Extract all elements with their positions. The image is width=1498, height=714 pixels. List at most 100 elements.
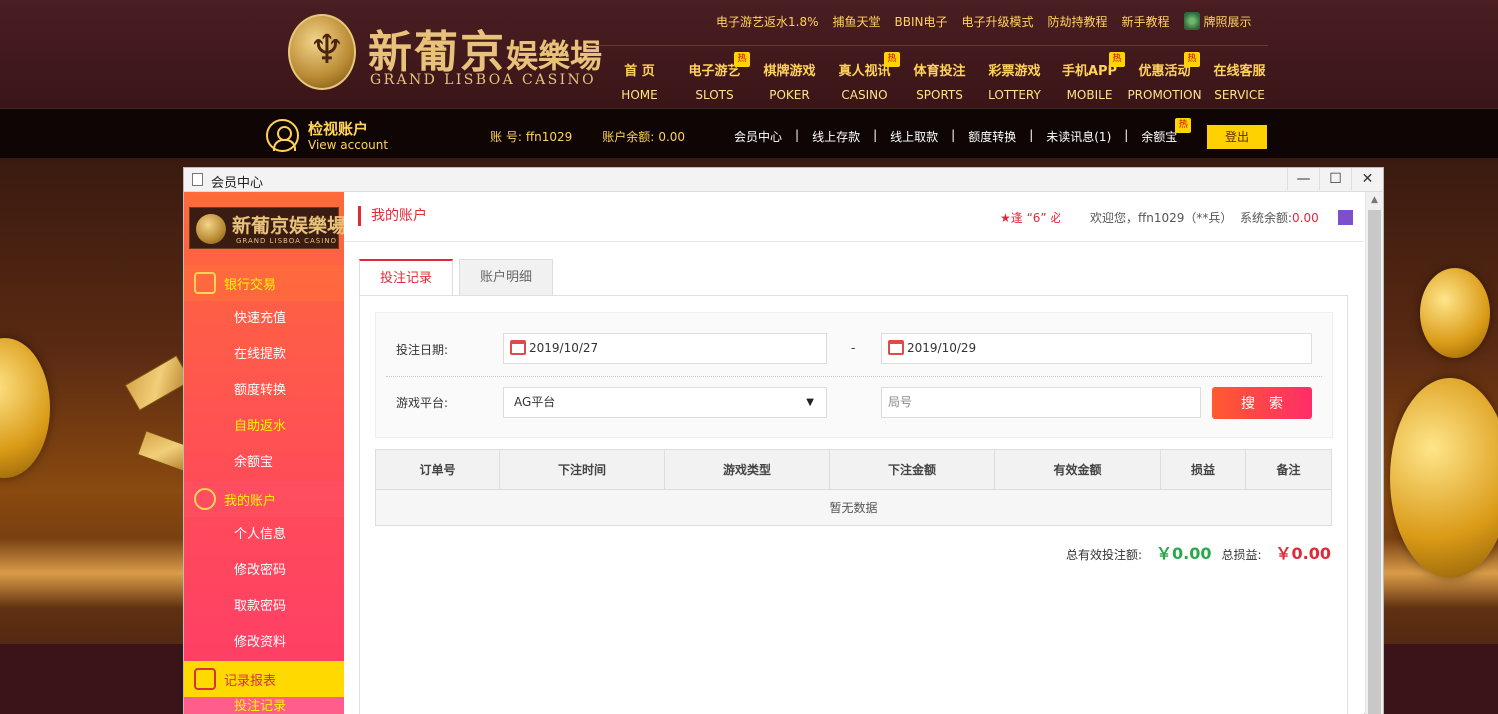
sidebar-item-yuebao[interactable]: 余额宝 (184, 445, 344, 481)
account-links: 会员中心 | 线上存款 | 线上取款 | 额度转换 | 未读讯息(1) | 余额宝热 (734, 118, 1192, 145)
dialog-titlebar[interactable]: 会员中心 — ☐ ✕ (184, 168, 1383, 192)
sidebar-item-change-password[interactable]: 修改密码 (184, 553, 344, 589)
link-online-deposit[interactable]: 线上存款 (812, 128, 860, 145)
sidebar-item-transfer[interactable]: 额度转换 (184, 373, 344, 409)
scrollbar-thumb[interactable] (1368, 210, 1381, 714)
logout-button[interactable]: 登出 (1207, 125, 1267, 149)
nav-service[interactable]: 在线客服 SERVICE (1202, 58, 1277, 104)
link-member-center[interactable]: 会员中心 (734, 128, 782, 145)
nav-label-en: SPORTS (916, 88, 963, 102)
nav-label-en: CASINO (841, 88, 888, 102)
sidebar-group-label: 记录报表 (224, 673, 277, 689)
nav-home[interactable]: 首 页 HOME (602, 58, 677, 104)
valid-bet-value: ￥0.00 (1155, 544, 1212, 563)
link-yuebao[interactable]: 余额宝热 (1141, 118, 1192, 145)
sidebar-item-withdraw-password[interactable]: 取款密码 (184, 589, 344, 625)
nav-label-en: POKER (769, 88, 810, 102)
filter-form: 投注日期: 2019/10/27 - 2019/10/29 游戏平台: AG平台… (375, 312, 1333, 438)
view-account[interactable]: 检视账户 View account (266, 119, 388, 152)
tab-account-details[interactable]: 账户明细 (459, 259, 554, 295)
sidebar-group-banking[interactable]: 银行交易 (184, 265, 344, 301)
date-from-input[interactable]: 2019/10/27 (503, 333, 827, 364)
platform-label: 游戏平台: (396, 396, 449, 410)
col-remarks: 备注 (1245, 449, 1332, 490)
date-to-value: 2019/10/29 (907, 341, 977, 355)
minimize-button[interactable]: — (1287, 168, 1319, 190)
sidebar-item-edit-profile[interactable]: 修改资料 (184, 625, 344, 661)
toplink-anti-hijack[interactable]: 防劫持教程 (1048, 12, 1108, 30)
account-value: ffn1029 (525, 130, 573, 144)
site-logo[interactable]: ♆ 新葡京娱樂場 GRAND LISBOA CASINO (288, 14, 602, 92)
main-content: 我的账户 ★逢 “6” 必 欢迎您，ffn1029（**兵） 系统余额:0.00… (344, 192, 1364, 714)
col-bet-time: 下注时间 (499, 449, 665, 490)
toplink-fishing[interactable]: 捕鱼天堂 (833, 12, 881, 30)
nav-label-en: PROMOTION (1127, 88, 1202, 102)
toplink-license[interactable]: 牌照展示 (1183, 12, 1252, 30)
profit-label: 总损益: (1221, 548, 1262, 562)
nav-sports[interactable]: 体育投注 SPORTS (902, 58, 977, 104)
nav-casino[interactable]: 真人视讯 CASINO 热 (827, 52, 902, 104)
platform-select-value: AG平台 (514, 395, 556, 409)
sidebar-group-my-account[interactable]: 我的账户 (184, 481, 344, 517)
filter-divider (386, 376, 1322, 377)
sidebar-item-quick-deposit[interactable]: 快速充值 (184, 301, 344, 337)
date-to-input[interactable]: 2019/10/29 (881, 333, 1312, 364)
view-account-label-cn: 检视账户 (308, 119, 369, 138)
vertical-scrollbar[interactable]: ▲ (1365, 192, 1383, 714)
toplink-bbin[interactable]: BBIN电子 (895, 12, 948, 30)
nav-promotion[interactable]: 优惠活动 PROMOTION 热 (1127, 52, 1202, 104)
sidebar-item-bet-records[interactable]: 投注记录 (184, 697, 344, 714)
sidebar-group-label: 我的账户 (224, 493, 277, 509)
nav-label-en: LOTTERY (988, 88, 1041, 102)
nav-label-en: MOBILE (1066, 88, 1113, 102)
search-button[interactable]: 搜索 (1212, 387, 1312, 419)
link-transfer[interactable]: 额度转换 (968, 128, 1016, 145)
scroll-up-arrow-icon[interactable]: ▲ (1366, 192, 1383, 208)
close-button[interactable]: ✕ (1351, 168, 1383, 190)
round-number-input[interactable]: 局号 (881, 387, 1201, 418)
member-center-dialog: 会员中心 — ☐ ✕ 新葡京娱樂場 GRAND LISBOA CASINO 银行… (183, 167, 1384, 714)
nav-poker[interactable]: 棋牌游戏 POKER (752, 58, 827, 104)
logo-emblem-icon: ♆ (288, 14, 356, 90)
nav-mobile[interactable]: 手机APP MOBILE 热 (1052, 52, 1127, 104)
main-nav: 首 页 HOME 电子游艺 SLOTS 热 棋牌游戏 POKER 真人视讯 CASINO 热… (602, 52, 1277, 104)
theme-swatch-icon[interactable] (1338, 210, 1353, 225)
sidebar-group-reports[interactable]: 记录报表 (184, 661, 344, 697)
totals-summary: 总有效投注额: ￥0.00 总损益: ￥0.00 (1066, 540, 1331, 564)
nav-lottery[interactable]: 彩票游戏 LOTTERY (977, 58, 1052, 104)
account-bar: 检视账户 View account 账 号: ffn1029 账户余额: 0.00 会… (0, 108, 1498, 158)
toplink-rebate[interactable]: 电子游艺返水1.8% (716, 12, 819, 30)
platform-select[interactable]: AG平台 ▼ (503, 387, 827, 418)
col-order-no: 订单号 (375, 449, 500, 490)
sidebar-logo: 新葡京娱樂場 GRAND LISBOA CASINO (189, 207, 346, 249)
col-profit: 损益 (1160, 449, 1246, 490)
toplink-upgrade[interactable]: 电子升级模式 (962, 12, 1034, 30)
calendar-icon (888, 340, 904, 355)
account-label: 账 号: (490, 130, 522, 144)
nav-label-cn: 在线客服 (1213, 64, 1266, 79)
balance-value: 0.00 (658, 130, 686, 144)
logo-text-cn: 新葡京娱樂場 (368, 27, 603, 78)
sidebar-item-online-withdraw[interactable]: 在线提款 (184, 337, 344, 373)
sidebar-logo-cn: 新葡京娱樂場 (232, 215, 347, 237)
tab-bet-records[interactable]: 投注记录 (359, 259, 454, 296)
nav-label-cn: 体育投注 (913, 64, 966, 79)
link-online-withdraw[interactable]: 线上取款 (890, 128, 938, 145)
empty-state: 暂无数据 (375, 489, 1332, 526)
window-controls: — ☐ ✕ (1287, 168, 1383, 190)
link-unread-messages[interactable]: 未读讯息(1) (1046, 128, 1111, 145)
toplink-tutorial[interactable]: 新手教程 (1122, 12, 1170, 30)
date-label: 投注日期: (396, 343, 449, 357)
hot-badge: 热 (1109, 52, 1125, 67)
nav-slots[interactable]: 电子游艺 SLOTS 热 (677, 52, 752, 104)
sidebar-item-personal-info[interactable]: 个人信息 (184, 517, 344, 553)
announcement-marquee[interactable]: ★逢 “6” 必 (1000, 209, 1060, 226)
hot-badge: 热 (1184, 52, 1200, 67)
gold-coin-decoration (0, 338, 50, 478)
maximize-button[interactable]: ☐ (1319, 168, 1351, 190)
sidebar: 新葡京娱樂場 GRAND LISBOA CASINO 银行交易 快速充值 在线提… (184, 192, 346, 714)
caret-down-icon: ▼ (806, 397, 814, 408)
hot-badge: 热 (734, 52, 750, 67)
system-balance-value: 0.00 (1292, 211, 1319, 225)
sidebar-item-self-rebate[interactable]: 自助返水 (184, 409, 344, 445)
